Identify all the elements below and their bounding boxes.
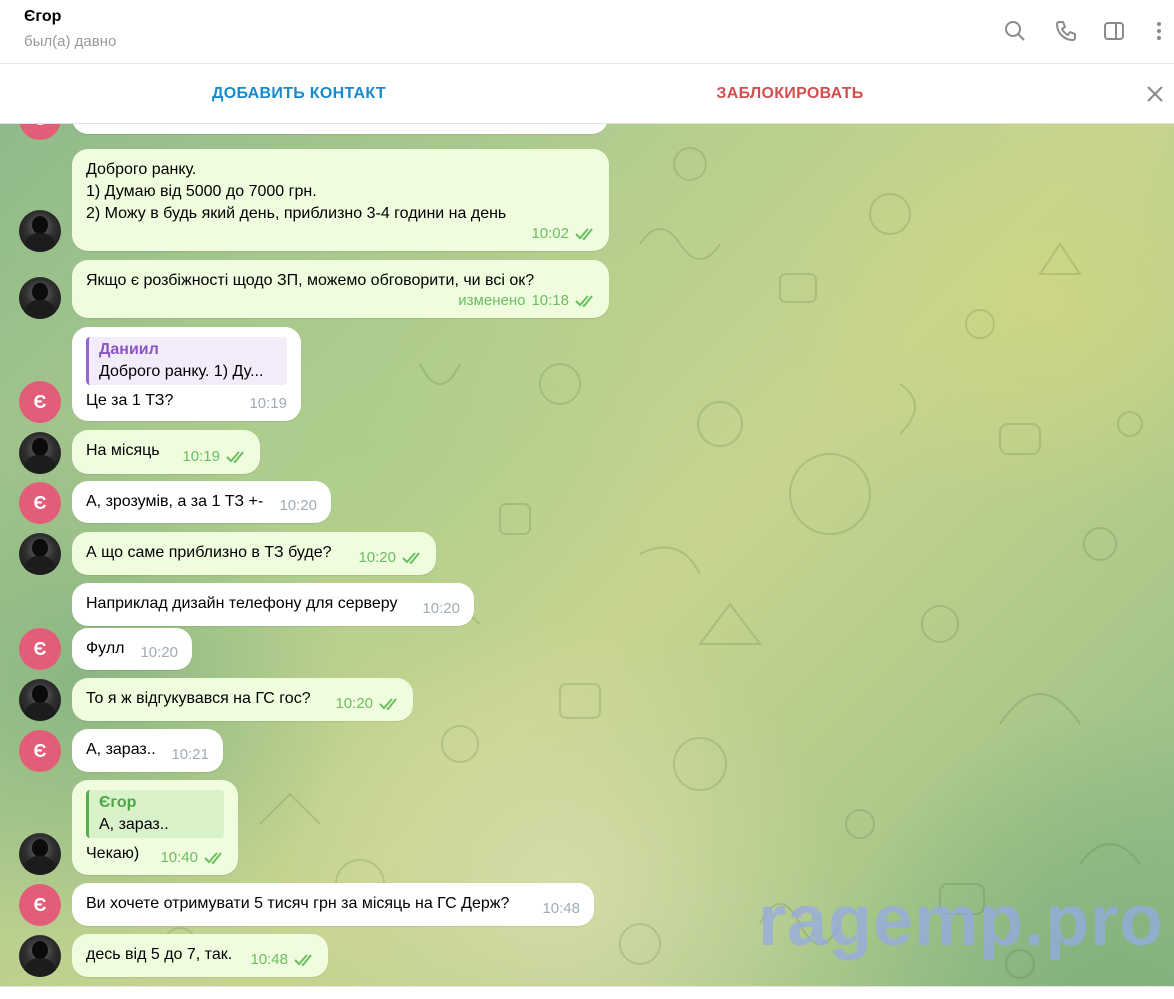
- last-seen-status: был(а) давно: [24, 33, 117, 50]
- message-bubble[interactable]: Даниил Доброго ранку. 1) Ду... Це за 1 Т…: [72, 327, 301, 421]
- search-icon[interactable]: [1002, 18, 1028, 44]
- message-time: 10:19: [182, 448, 220, 465]
- message-time: 10:19: [249, 395, 287, 412]
- message-time: 10:40: [160, 849, 198, 866]
- message-time: 10:02: [531, 225, 569, 242]
- reply-text: А, зараз..: [99, 816, 169, 833]
- message-bubble[interactable]: А, зрозумів, а за 1 ТЗ +- 10:20: [72, 481, 331, 523]
- reply-quote[interactable]: Даниил Доброго ранку. 1) Ду...: [86, 337, 287, 385]
- composer-edge: [0, 986, 1174, 999]
- message-bubble[interactable]: Ви хочете отримувати 5 тисяч грн за міся…: [72, 883, 594, 926]
- message-text: Наприклад дизайн телефону для серверу: [86, 595, 398, 612]
- message-time: 10:20: [279, 497, 317, 514]
- read-checks-icon: [379, 698, 397, 710]
- message-bubble[interactable]: Доброго ранку. 1) Думаю від 5000 до 7000…: [72, 149, 609, 251]
- message-bubble[interactable]: На місяць 10:19: [72, 430, 260, 474]
- message-bubble[interactable]: десь від 5 до 7, так. 10:48: [72, 934, 328, 977]
- reply-quote[interactable]: Єгор А, зараз..: [86, 790, 224, 838]
- message-time: 10:20: [335, 695, 373, 712]
- avatar[interactable]: Є: [19, 884, 61, 926]
- message-bubble[interactable]: Єгор А, зараз.. Чекаю) 10:40: [72, 780, 238, 875]
- avatar[interactable]: [19, 833, 61, 875]
- message-time: 10:48: [250, 951, 288, 968]
- avatar[interactable]: [19, 533, 61, 575]
- avatar[interactable]: [19, 935, 61, 977]
- read-checks-icon: [575, 295, 593, 307]
- avatar[interactable]: Є: [19, 628, 61, 670]
- new-contact-bar: ДОБАВИТЬ КОНТАКТ ЗАБЛОКИРОВАТЬ: [0, 64, 1174, 124]
- message-bubble[interactable]: А що саме приблизно в ТЗ буде? 10:20: [72, 532, 436, 575]
- message-text: Якщо є розбіжності щодо ЗП, можемо обгов…: [86, 272, 535, 289]
- message-time: 10:20: [140, 644, 178, 661]
- message-bubble[interactable]: Якщо є розбіжності щодо ЗП, можемо обгов…: [72, 260, 609, 318]
- message-bubble[interactable]: А, зараз.. 10:21: [72, 729, 223, 772]
- watermark: ragemp.pro: [758, 881, 1165, 961]
- reply-text: Доброго ранку. 1) Ду...: [99, 363, 264, 380]
- reply-author: Даниил: [99, 341, 159, 358]
- message-bubble-cutoff[interactable]: 09:39: [72, 124, 608, 134]
- avatar[interactable]: [19, 277, 61, 319]
- message-time: 10:20: [358, 549, 396, 566]
- message-time: 10:20: [422, 600, 460, 617]
- close-icon[interactable]: [1142, 81, 1168, 107]
- phone-icon[interactable]: [1053, 18, 1079, 44]
- sidebar-toggle-icon[interactable]: [1101, 18, 1127, 44]
- message-time: 10:48: [542, 900, 580, 917]
- message-text: Це за 1 ТЗ?: [86, 392, 174, 409]
- more-vertical-icon[interactable]: [1146, 18, 1172, 44]
- message-time: 10:18: [531, 292, 569, 309]
- message-bubble[interactable]: Наприклад дизайн телефону для серверу 10…: [72, 583, 474, 626]
- edited-label: изменено: [458, 292, 526, 309]
- avatar[interactable]: Є: [19, 730, 61, 772]
- avatar[interactable]: [19, 432, 61, 474]
- message-bubble[interactable]: Фулл 10:20: [72, 628, 192, 670]
- block-user-button[interactable]: ЗАБЛОКИРОВАТЬ: [598, 64, 982, 124]
- message-bubble[interactable]: То я ж відгукувався на ГС гос? 10:20: [72, 678, 413, 721]
- avatar[interactable]: [19, 210, 61, 252]
- message-time: 10:21: [171, 746, 209, 763]
- read-checks-icon: [575, 228, 593, 240]
- message-text: Ви хочете отримувати 5 тисяч грн за міся…: [86, 895, 510, 912]
- avatar[interactable]: Є: [19, 381, 61, 423]
- chat-header: Єгор был(а) давно: [0, 0, 1174, 64]
- read-checks-icon: [226, 451, 244, 463]
- chat-title[interactable]: Єгор: [24, 8, 61, 26]
- reply-author: Єгор: [99, 794, 137, 811]
- message-text: Чекаю): [86, 845, 140, 862]
- message-text: Доброго ранку. 1) Думаю від 5000 до 7000…: [86, 161, 507, 222]
- read-checks-icon: [402, 552, 420, 564]
- add-contact-button[interactable]: ДОБАВИТЬ КОНТАКТ: [0, 64, 598, 124]
- read-checks-icon: [204, 852, 222, 864]
- avatar[interactable]: [19, 679, 61, 721]
- avatar[interactable]: Є: [19, 482, 61, 524]
- read-checks-icon: [294, 954, 312, 966]
